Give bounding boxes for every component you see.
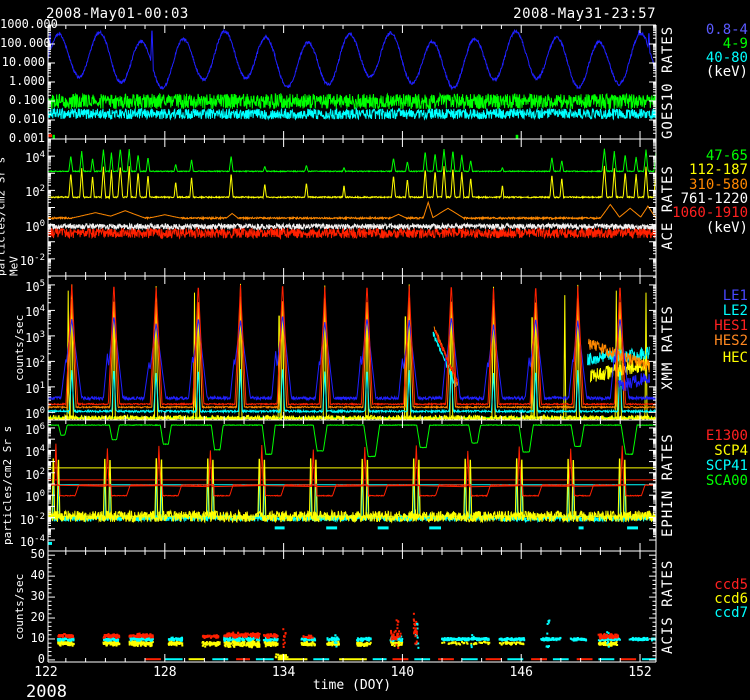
y-axis-unit-acis: counts/sec <box>12 551 27 662</box>
y-tick-label: 106 <box>0 421 45 437</box>
panel-ephin-data <box>46 425 667 544</box>
legend-xmm-LE1: LE1 <box>660 289 748 303</box>
panel-acis-data <box>57 613 664 660</box>
x-tick-label: 128 <box>135 665 195 680</box>
series-goes10-4-9 <box>46 94 667 109</box>
legend-ephin-SCP4: SCP4 <box>660 444 748 458</box>
x-axis-title: time (DOY) <box>302 678 402 693</box>
y-tick-label: 103 <box>0 329 45 345</box>
y-tick-label: 30 <box>0 590 45 603</box>
x-tick-label: 146 <box>491 665 551 680</box>
y-axis-unit-xmm: counts/sec <box>12 276 27 420</box>
panel-goes10-data <box>46 30 667 137</box>
legend-ace-(keV): (keV) <box>660 221 748 235</box>
legend-acis-ccd5: ccd5 <box>660 578 748 592</box>
series-xmm-HES1 <box>46 284 667 404</box>
x-tick-label: 134 <box>254 665 314 680</box>
y-tick-label: 0 <box>0 653 45 666</box>
legend-xmm-LE2: LE2 <box>660 304 748 318</box>
y-tick-label: 102 <box>0 183 45 199</box>
legend-ephin-SCP41: SCP41 <box>660 459 748 473</box>
y-tick-label: 100 <box>0 488 45 504</box>
y-tick-label: 10 <box>0 632 45 645</box>
y-tick-label: 104 <box>0 443 45 459</box>
legend-goes10-0.8-4: 0.8-4 <box>660 23 748 37</box>
legend-goes10-(keV): (keV) <box>660 65 748 79</box>
end-datetime-label: 2008-May31-23:57 <box>513 6 656 22</box>
legend-ace-47-65: 47-65 <box>660 149 748 163</box>
y-tick-label: 100.000 <box>0 37 45 50</box>
y-tick-label: 50 <box>0 548 45 561</box>
y-tick-label: 102 <box>0 354 45 370</box>
x-tick-label: 122 <box>16 665 76 680</box>
y-tick-label: 0.100 <box>0 94 45 107</box>
y-axis-unit-ephin: particles/cm2 Sr s <box>0 420 15 551</box>
series-ace-1060-1910 <box>46 228 667 238</box>
legend-xmm-HEC: HEC <box>660 351 748 365</box>
legend-ace-761-1220: 761-1220 <box>660 192 748 206</box>
legend-goes10-4-9: 4-9 <box>660 37 748 51</box>
y-tick-label: 10-2 <box>0 511 45 527</box>
y-tick-label: 100 <box>0 405 45 421</box>
plot-canvas <box>0 0 750 700</box>
legend-acis-ccd7: ccd7 <box>660 606 748 620</box>
y-tick-label: 101 <box>0 380 45 396</box>
y-tick-label: 104 <box>0 149 45 165</box>
y-tick-label: 40 <box>0 569 45 582</box>
series-goes10-0.8-4 <box>46 30 667 89</box>
legend-xmm-HES2: HES2 <box>660 334 748 348</box>
series-acis-ccd6 <box>57 639 618 660</box>
start-datetime-label: 2008-May01-00:03 <box>46 6 189 22</box>
x-tick-label: 140 <box>372 665 432 680</box>
panel-xmm-data <box>46 284 667 422</box>
y-tick-label: 20 <box>0 611 45 624</box>
legend-acis-ccd6: ccd6 <box>660 592 748 606</box>
y-tick-label: 1.000 <box>0 75 45 88</box>
radiation-environment-plot: 2008-May01-00:03 2008-May31-23:57 time (… <box>0 0 750 700</box>
year-label: 2008 <box>26 682 67 700</box>
legend-goes10-40-80: 40-80 <box>660 51 748 65</box>
legend-ace-112-187: 112-187 <box>660 163 748 177</box>
x-tick-label: 152 <box>610 665 670 680</box>
series-acis-ccd7 <box>57 620 664 660</box>
series-goes10-40-80 <box>46 109 667 120</box>
legend-ephin-SCA00: SCA00 <box>660 474 748 488</box>
legend-ace-1060-1910: 1060-1910 <box>660 206 748 220</box>
y-tick-label: 100 <box>0 218 45 234</box>
series-ephin-SCA00 <box>46 425 667 457</box>
series-ace-310-580 <box>46 202 667 219</box>
panel-ace-data <box>46 149 667 239</box>
y-tick-label: 0.010 <box>0 113 45 126</box>
y-tick-label: 105 <box>0 278 45 294</box>
y-tick-label: 10-2 <box>0 252 45 268</box>
legend-xmm-HES1: HES1 <box>660 319 748 333</box>
legend-ace-310-580: 310-580 <box>660 178 748 192</box>
y-tick-label: 10.000 <box>0 56 45 69</box>
legend-ephin-E1300: E1300 <box>660 429 748 443</box>
y-tick-label: 1000.000 <box>0 18 45 31</box>
y-tick-label: 102 <box>0 466 45 482</box>
y-tick-label: 104 <box>0 303 45 319</box>
series-ace-761-1220 <box>46 224 667 230</box>
series-ace-47-65 <box>46 149 667 172</box>
